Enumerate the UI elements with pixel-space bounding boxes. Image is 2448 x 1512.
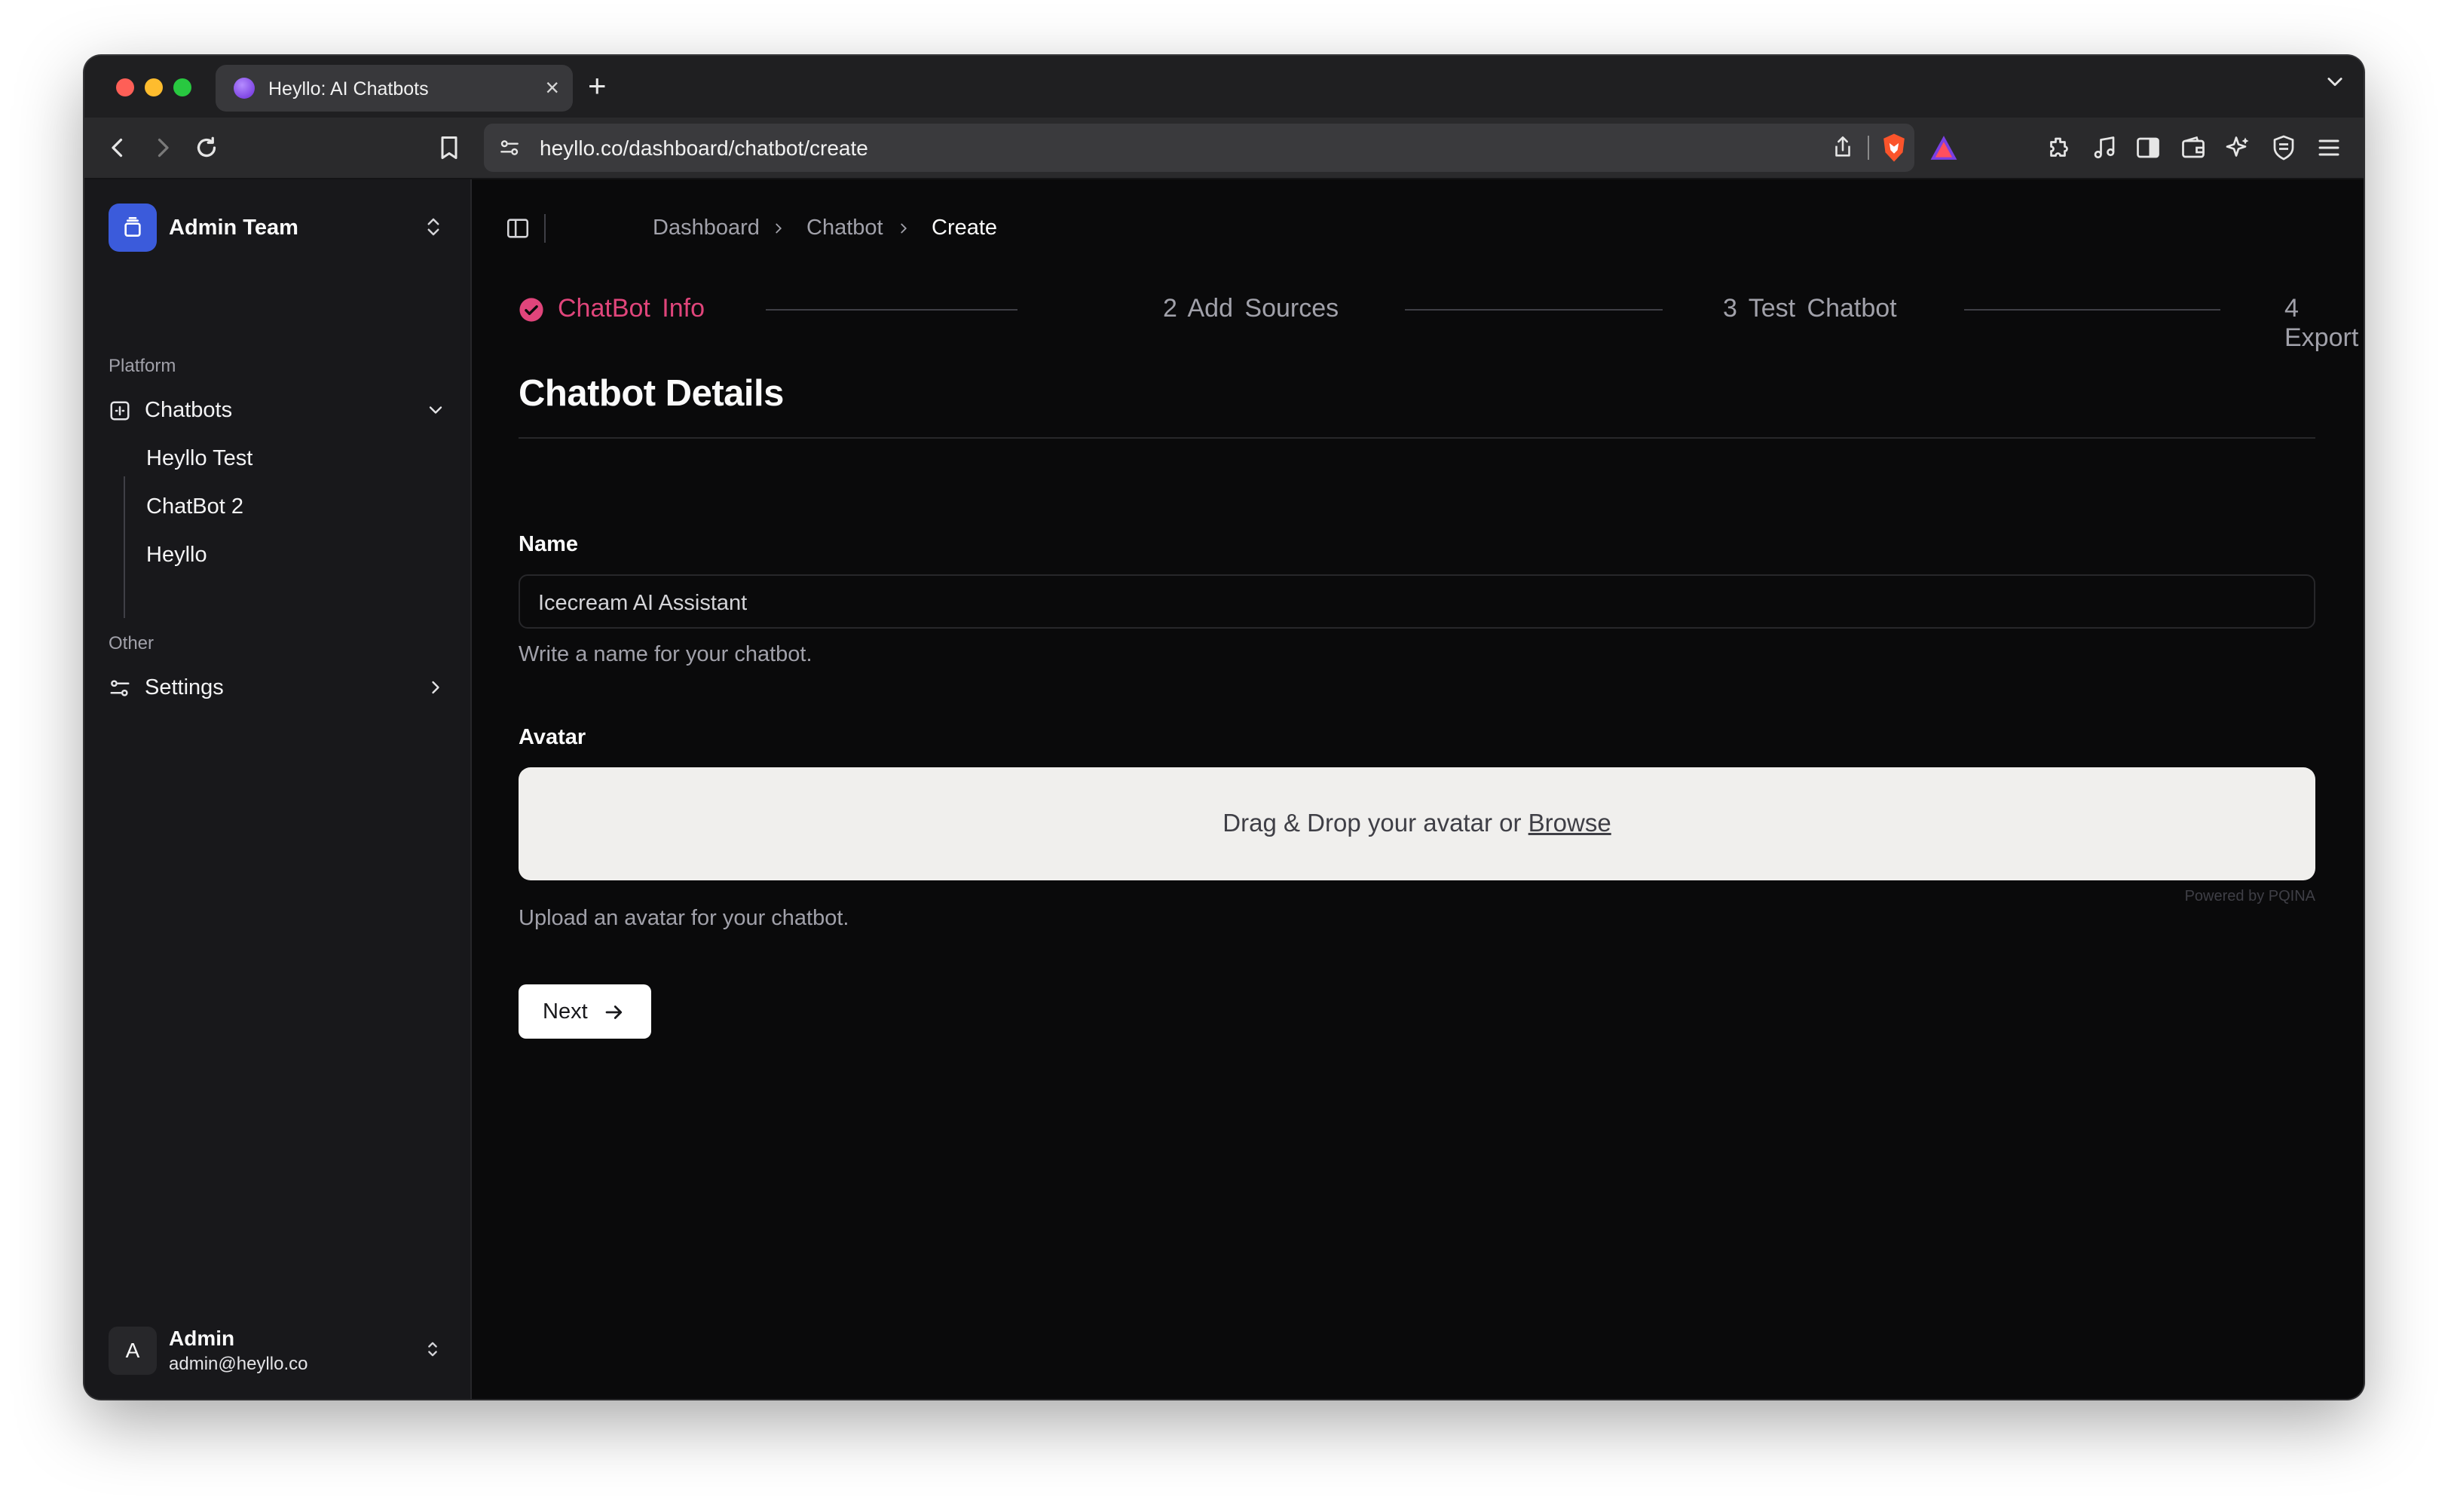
step-connector — [766, 309, 1017, 311]
tab-close-icon[interactable]: × — [545, 74, 559, 101]
browser-window: Heyllo: AI Chatbots × + heyllo.co/dashbo… — [84, 56, 2364, 1399]
chatbots-label: Chatbots — [145, 398, 233, 422]
forward-arrow-icon[interactable] — [149, 134, 176, 161]
wallet-icon[interactable] — [2180, 134, 2207, 161]
name-input[interactable]: Icecream AI Assistant — [519, 574, 2315, 629]
platform-section-label: Platform — [109, 356, 176, 376]
powered-by-credit[interactable]: Powered by PQINA — [2185, 888, 2315, 905]
breadcrumb-dashboard[interactable]: Dashboard — [653, 216, 760, 240]
sidebar-panel-icon[interactable] — [2134, 134, 2162, 161]
bot-icon — [110, 401, 130, 421]
chevron-down-icon[interactable] — [2324, 71, 2345, 92]
browse-link[interactable]: Browse — [1528, 809, 1611, 837]
gallery-icon — [124, 217, 141, 237]
close-window-button[interactable] — [116, 78, 134, 96]
music-note-icon[interactable] — [2091, 134, 2118, 161]
team-logo[interactable] — [109, 204, 157, 252]
sidebar-toggle-icon[interactable] — [505, 216, 531, 241]
name-input-value: Icecream AI Assistant — [538, 591, 748, 615]
url-divider — [1868, 136, 1869, 160]
sidebar-subitem-chatbot[interactable]: Heyllo Test — [146, 446, 252, 471]
name-help-text: Write a name for your chatbot. — [519, 642, 812, 666]
step-connector — [1964, 309, 2220, 311]
settings-sliders-icon — [110, 680, 130, 696]
step-export[interactable]: 4 Export — [2284, 294, 2364, 353]
brave-rewards-icon[interactable] — [1929, 134, 1958, 161]
heading-divider — [519, 437, 2315, 439]
check-circle-icon — [519, 298, 543, 322]
other-section-label: Other — [109, 633, 155, 653]
team-name[interactable]: Admin Team — [169, 216, 298, 240]
menu-icon[interactable] — [2315, 134, 2342, 161]
sidebar-item-settings[interactable]: Settings — [109, 666, 446, 709]
next-button[interactable]: Next — [519, 984, 651, 1039]
page-title: Chatbot Details — [519, 373, 784, 414]
sidebar: Admin Team Platform Chatbots Heyllo Test… — [84, 179, 472, 1399]
maximize-window-button[interactable] — [173, 78, 191, 96]
avatar-help-text: Upload an avatar for your chatbot. — [519, 906, 849, 930]
arrow-right-icon — [605, 1005, 623, 1019]
chevron-down-icon[interactable] — [425, 399, 446, 421]
step-chatbot-info[interactable]: ChatBot Info — [558, 294, 705, 323]
breadcrumb-current: Create — [932, 216, 998, 240]
user-name[interactable]: Admin — [169, 1327, 234, 1351]
tab-bar: Heyllo: AI Chatbots × + — [84, 56, 2364, 118]
sidebar-item-chatbots[interactable]: Chatbots — [109, 389, 446, 431]
reload-icon[interactable] — [193, 134, 220, 161]
vpn-shield-icon[interactable] — [2270, 134, 2297, 161]
dropzone-prompt: Drag & Drop your avatar or Browse — [519, 809, 2315, 837]
main-content: Dashboard Chatbot Create ChatBot Info 2 … — [472, 179, 2364, 1399]
minimize-window-button[interactable] — [145, 78, 163, 96]
breadcrumb-chatbot[interactable]: Chatbot — [806, 216, 883, 240]
share-icon[interactable] — [1830, 134, 1856, 160]
back-arrow-icon[interactable] — [104, 134, 131, 161]
new-tab-button[interactable]: + — [588, 66, 607, 106]
leo-ai-sparkle-icon[interactable] — [2225, 134, 2252, 161]
avatar-dropzone[interactable]: Drag & Drop your avatar or Browse — [519, 767, 2315, 880]
chevrons-up-down-icon[interactable] — [422, 214, 445, 240]
sidebar-subitem-chatbot[interactable]: ChatBot 2 — [146, 494, 243, 519]
bookmark-icon[interactable] — [436, 134, 463, 161]
url-text: heyllo.co/dashboard/chatbot/create — [540, 136, 868, 160]
favicon-icon — [234, 78, 255, 99]
extensions-icon[interactable] — [2046, 134, 2073, 161]
chevron-right-icon — [901, 223, 907, 234]
sidebar-subitem-chatbot[interactable]: Heyllo — [146, 543, 207, 568]
address-bar[interactable]: heyllo.co/dashboard/chatbot/create — [484, 124, 1957, 172]
next-button-label: Next — [543, 999, 588, 1024]
chevrons-up-down-icon[interactable] — [422, 1337, 443, 1361]
dropzone-text: Drag & Drop your avatar or — [1222, 809, 1528, 837]
step-add-sources[interactable]: 2 Add Sources — [1163, 294, 1339, 323]
chevron-right-icon[interactable] — [425, 677, 446, 698]
browser-tab[interactable]: Heyllo: AI Chatbots × — [216, 65, 573, 112]
avatar-label: Avatar — [519, 725, 586, 749]
submenu-guide-line — [124, 476, 125, 618]
step-test-chatbot[interactable]: 3 Test Chatbot — [1723, 294, 1897, 323]
breadcrumb-divider — [544, 214, 546, 243]
user-email: admin@heyllo.co — [169, 1354, 308, 1374]
chevron-right-icon — [776, 223, 782, 234]
name-label: Name — [519, 532, 578, 556]
browser-toolbar: heyllo.co/dashboard/chatbot/create — [84, 118, 2364, 179]
site-settings-icon[interactable] — [497, 136, 522, 160]
tab-title: Heyllo: AI Chatbots — [268, 78, 429, 99]
step-connector — [1405, 309, 1663, 311]
settings-label: Settings — [145, 675, 224, 699]
brave-shield-icon[interactable] — [1880, 133, 1908, 163]
avatar[interactable]: A — [109, 1327, 157, 1375]
